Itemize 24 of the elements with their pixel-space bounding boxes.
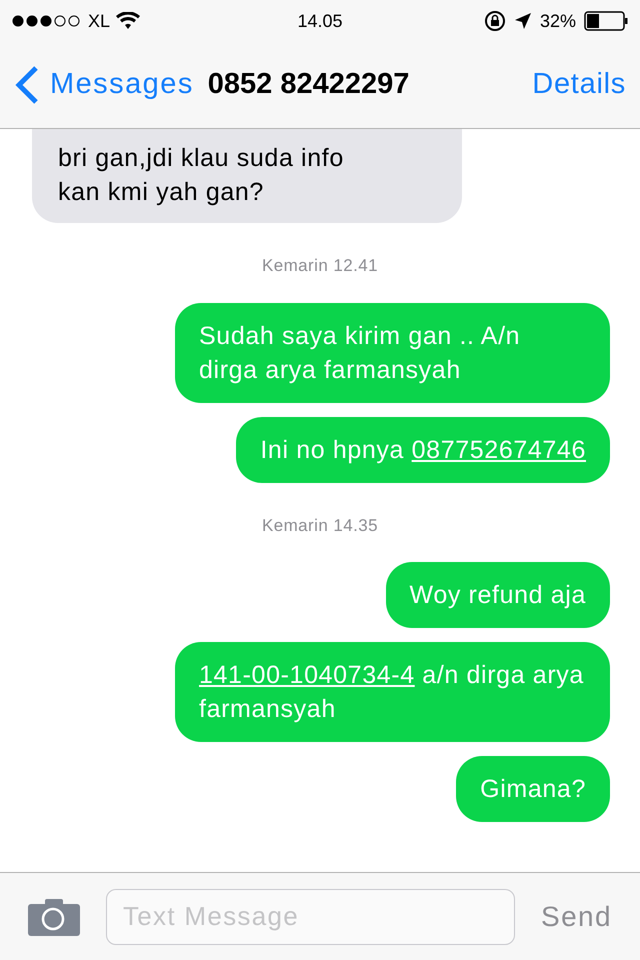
send-button[interactable]: Send (541, 896, 612, 938)
received-message-bubble: bri gan,jdi klau suda info kan kmi yah gan? (32, 129, 462, 223)
sent-message-bubble: Woy refund aja (386, 562, 610, 628)
timestamp: Kemarin 12.41 (262, 255, 378, 277)
battery-percentage: 32% (540, 10, 576, 32)
sent-message-bubble: Sudah saya kirim gan .. A/n dirga arya farmansyah (175, 302, 610, 402)
battery-icon (584, 11, 628, 31)
clock-time: 14.05 (296, 10, 344, 32)
link[interactable]: 087752674746 (412, 436, 586, 464)
rotation-lock-icon (484, 10, 506, 32)
location-arrow-icon (514, 12, 532, 30)
link[interactable]: 141-00-1040734-4 (199, 661, 415, 689)
sent-message-bubble: Ini no hpnya 087752674746 (236, 416, 610, 482)
back-button[interactable]: Messages (14, 63, 194, 107)
details-button[interactable]: Details (532, 63, 626, 107)
camera-icon[interactable] (28, 898, 80, 936)
signal-icon (12, 15, 82, 27)
carrier-name: XL (88, 10, 110, 32)
timestamp: Kemarin 14.35 (262, 514, 378, 536)
contact-title: 0852 82422297 (208, 67, 410, 102)
wifi-icon (116, 12, 140, 30)
sent-message-bubble: Gimana? (456, 756, 610, 822)
chevron-left-icon (14, 65, 40, 105)
sent-message-bubble: 141-00-1040734-4 a/n dirga arya farmansyah (175, 642, 610, 742)
